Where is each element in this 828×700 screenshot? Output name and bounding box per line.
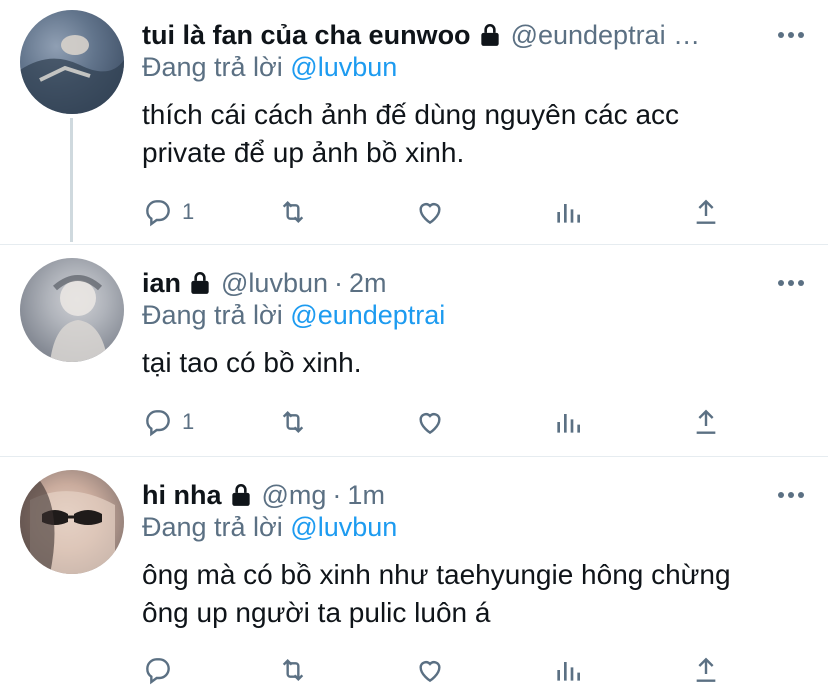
lock-icon [480, 23, 499, 46]
lock-icon [191, 271, 209, 294]
analytics-button[interactable] [552, 194, 584, 230]
timestamp[interactable]: 2m [349, 268, 387, 299]
analytics-button[interactable] [552, 652, 584, 688]
retweet-icon [282, 200, 304, 224]
more-icon[interactable] [774, 478, 804, 512]
tweet[interactable]: hi nha @mg · 1m Đang trả lời @luvbun ông… [0, 460, 828, 700]
share-icon [696, 657, 716, 682]
display-name[interactable]: hi nha [142, 480, 222, 511]
timestamp[interactable]: 1m [347, 480, 385, 511]
reply-button[interactable]: 1 [142, 404, 194, 440]
avatar[interactable] [20, 258, 124, 362]
mention-link[interactable]: @eundeptrai [290, 300, 445, 330]
retweet-button[interactable] [277, 194, 309, 230]
avatar[interactable] [20, 470, 124, 574]
tweet-text: ông mà có bồ xinh như taehyungie hông ch… [142, 559, 731, 628]
tweet-header: hi nha @mg · 1m [142, 478, 808, 512]
replying-to: Đang trả lời @luvbun [142, 52, 398, 82]
tweet[interactable]: ian @luvbun · 2m Đang trả lời @eundeptra… [0, 248, 828, 448]
display-name[interactable]: ian [142, 268, 181, 299]
handle[interactable]: @luvbun [221, 268, 328, 299]
reply-button[interactable] [142, 652, 182, 688]
share-icon [696, 409, 716, 434]
action-bar [142, 652, 742, 688]
separator-dot: · [334, 267, 343, 298]
tweet-header: ian @luvbun · 2m [142, 266, 808, 300]
like-button[interactable] [414, 404, 446, 440]
replying-to: Đang trả lời @eundeptrai [142, 300, 446, 330]
mention-link[interactable]: @luvbun [290, 52, 397, 82]
reply-icon [146, 410, 170, 437]
retweet-button[interactable] [277, 652, 309, 688]
replying-to: Đang trả lời @luvbun [142, 512, 398, 542]
share-icon [696, 199, 716, 224]
reply-count: 1 [182, 199, 195, 224]
analytics-button[interactable] [552, 404, 584, 440]
retweet-icon [282, 658, 304, 682]
share-button[interactable] [690, 194, 722, 230]
retweet-button[interactable] [277, 404, 309, 440]
retweet-icon [282, 410, 304, 434]
action-bar: 1 [142, 194, 742, 230]
more-icon[interactable] [774, 18, 804, 52]
share-button[interactable] [690, 652, 722, 688]
share-button[interactable] [690, 404, 722, 440]
tweet-text: tại tao có bồ xinh. [142, 347, 362, 378]
analytics-icon [557, 414, 580, 433]
like-icon [419, 661, 441, 683]
mention-link[interactable]: @luvbun [290, 512, 397, 542]
handle[interactable]: @mg [262, 480, 327, 511]
lock-icon [231, 483, 250, 506]
tweet-divider [0, 456, 828, 457]
reply-thread: tui là fan của cha eunwoo @eundeptrai … … [0, 0, 828, 700]
like-button[interactable] [414, 194, 446, 230]
display-name[interactable]: tui là fan của cha eunwoo [142, 20, 471, 51]
tweet-divider [0, 244, 828, 245]
like-icon [419, 203, 441, 225]
like-icon [419, 413, 441, 435]
like-button[interactable] [414, 652, 446, 688]
analytics-icon [557, 204, 580, 223]
action-bar: 1 [142, 404, 742, 440]
reply-icon [146, 200, 170, 227]
tweet-text: thích cái cách ảnh đế dùng nguyên các ac… [142, 99, 680, 168]
handle[interactable]: @eundeptrai … [511, 20, 701, 51]
analytics-icon [557, 662, 580, 681]
reply-icon [146, 658, 170, 685]
reply-count: 1 [182, 409, 195, 434]
separator-dot: · [332, 479, 342, 510]
tweet-header: tui là fan của cha eunwoo @eundeptrai … [142, 18, 808, 52]
tweet[interactable]: tui là fan của cha eunwoo @eundeptrai … … [0, 0, 828, 240]
avatar[interactable] [20, 10, 124, 114]
more-icon[interactable] [774, 266, 804, 300]
reply-button[interactable]: 1 [142, 194, 194, 230]
